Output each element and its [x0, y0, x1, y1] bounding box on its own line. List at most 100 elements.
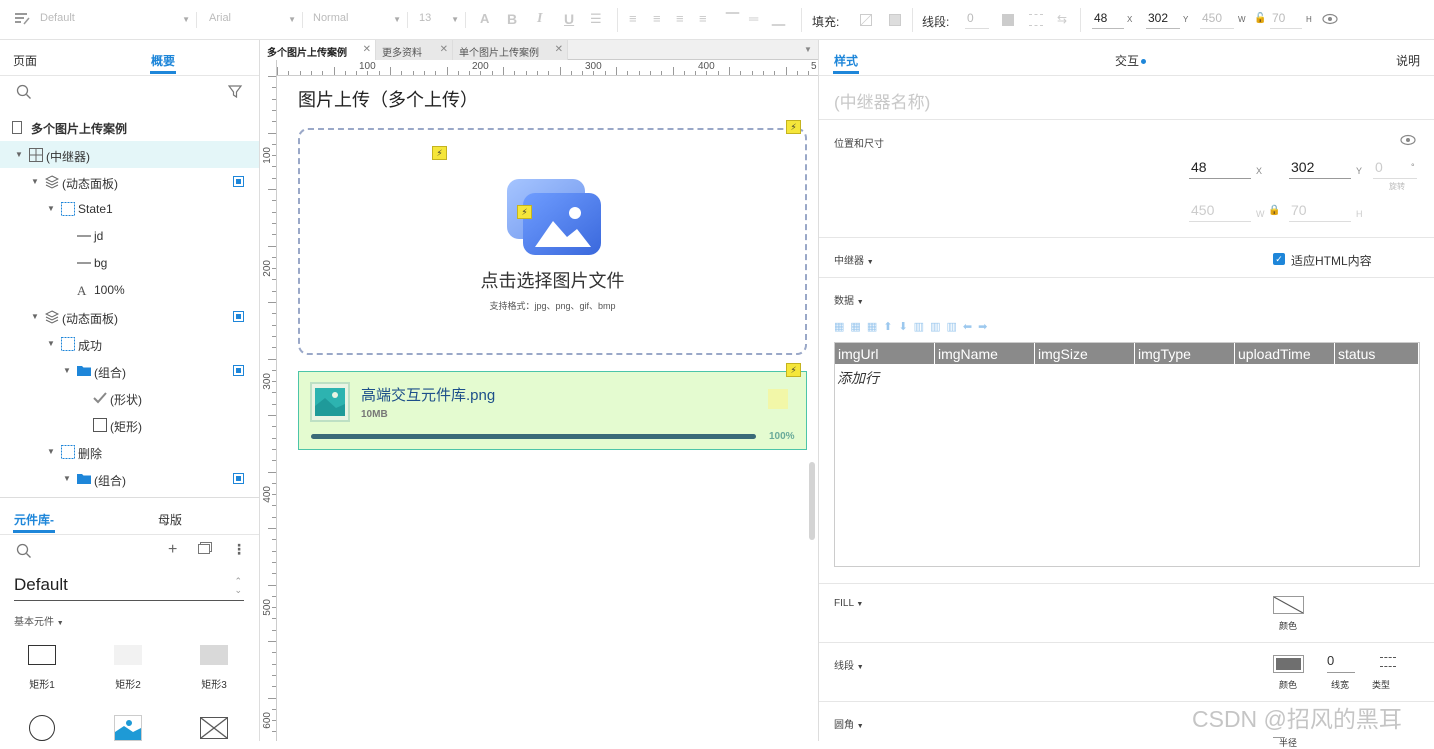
- widget-image[interactable]: [114, 715, 142, 741]
- fill-section-toggle[interactable]: FILL ▼: [834, 598, 863, 609]
- widget-placeholder[interactable]: [200, 717, 228, 739]
- fill-color-swatch[interactable]: [1273, 596, 1304, 614]
- expand-arrow-icon[interactable]: ▼: [15, 150, 23, 159]
- move-right-icon[interactable]: ➡: [978, 321, 993, 333]
- tab-multi-upload[interactable]: 多个图片上传案例 ✕: [261, 40, 376, 60]
- expand-arrow-icon[interactable]: ▼: [47, 339, 55, 348]
- bold-icon[interactable]: B: [507, 11, 517, 27]
- expand-arrow-icon[interactable]: ▼: [31, 312, 39, 321]
- move-left-icon[interactable]: ⬅: [963, 321, 978, 333]
- x-input[interactable]: 48: [1092, 11, 1124, 29]
- grid-column-header[interactable]: imgName: [935, 343, 1035, 364]
- font-weight-select[interactable]: Normal ▼: [313, 12, 408, 28]
- canvas-scrollbar[interactable]: [809, 462, 815, 540]
- align-justify-icon[interactable]: ≡: [699, 11, 707, 26]
- tree-item[interactable]: ▼ State1: [0, 195, 259, 222]
- move-down-icon[interactable]: ⬇: [898, 321, 913, 333]
- x-input[interactable]: 48: [1189, 159, 1251, 179]
- grid-column-header[interactable]: imgType: [1135, 343, 1235, 364]
- tree-item[interactable]: (矩形): [0, 411, 259, 438]
- close-icon[interactable]: ✕: [363, 44, 371, 55]
- move-up-icon[interactable]: ⬆: [883, 321, 898, 333]
- width-input[interactable]: 450: [1200, 11, 1234, 29]
- tabs-dropdown-icon[interactable]: ▼: [804, 45, 812, 54]
- font-select[interactable]: Arial ▼: [209, 12, 303, 28]
- lock-icon[interactable]: 🔓: [1254, 13, 1266, 24]
- line-style-icon[interactable]: [1029, 14, 1043, 26]
- tab-style[interactable]: 样式: [834, 52, 858, 69]
- insert-column-icon[interactable]: ▦: [850, 321, 866, 333]
- tab-library[interactable]: 元件库-: [14, 511, 54, 528]
- data-grid[interactable]: imgUrl imgName imgSize imgType uploadTime sta…: [834, 342, 1420, 567]
- repeater-file-item[interactable]: 高端交互元件库.png 10MB 100%: [298, 371, 807, 450]
- line-color-icon[interactable]: [1002, 14, 1014, 26]
- underline-icon[interactable]: U: [564, 11, 574, 27]
- line-color-swatch[interactable]: [1273, 655, 1304, 673]
- align-right-icon[interactable]: ≡: [676, 11, 684, 26]
- visibility-checkbox[interactable]: [233, 365, 244, 376]
- visibility-eye-icon[interactable]: [1322, 13, 1338, 28]
- basic-widgets-section[interactable]: 基本元件 ▼: [14, 613, 64, 628]
- y-input[interactable]: 302: [1146, 11, 1180, 29]
- add-row-cell[interactable]: 添加行: [837, 368, 879, 388]
- line-width-input[interactable]: 0: [1327, 653, 1355, 673]
- name-input[interactable]: (中继器名称): [834, 88, 1414, 113]
- grid-column-header[interactable]: status: [1335, 343, 1419, 364]
- fit-html-checkbox[interactable]: ✓: [1273, 253, 1285, 265]
- expand-arrow-icon[interactable]: ▼: [47, 204, 55, 213]
- grid-column-header[interactable]: imgUrl: [835, 343, 935, 364]
- widget-rect3[interactable]: 矩形3: [186, 643, 242, 691]
- tree-item[interactable]: jd: [0, 222, 259, 249]
- tab-masters[interactable]: 母版: [158, 511, 182, 528]
- style-painter-icon[interactable]: [14, 12, 30, 26]
- align-left-icon[interactable]: ≡: [629, 11, 637, 26]
- arrow-style-icon[interactable]: ⇆: [1057, 12, 1067, 26]
- line-section-toggle[interactable]: 线段 ▼: [834, 657, 864, 672]
- search-icon[interactable]: [16, 84, 32, 103]
- expand-arrow-icon[interactable]: ▼: [31, 177, 39, 186]
- insert-row-icon[interactable]: ▦: [834, 321, 850, 333]
- tree-item[interactable]: ▼ 删除: [0, 438, 259, 465]
- filter-icon[interactable]: [227, 84, 244, 103]
- grid-column-header[interactable]: uploadTime: [1235, 343, 1335, 364]
- repeater-section-toggle[interactable]: 中继器 ▼: [834, 252, 874, 267]
- height-input[interactable]: 70: [1289, 202, 1351, 222]
- fit-html-label[interactable]: 适应HTML内容: [1291, 252, 1372, 269]
- y-input[interactable]: 302: [1289, 159, 1351, 179]
- align-top-icon[interactable]: ⎺: [726, 11, 739, 27]
- visibility-checkbox[interactable]: [233, 473, 244, 484]
- widget-circle[interactable]: [29, 715, 55, 741]
- close-icon[interactable]: ✕: [440, 44, 448, 55]
- expand-arrow-icon[interactable]: ▼: [47, 447, 55, 456]
- close-icon[interactable]: ✕: [555, 44, 563, 55]
- bullet-list-icon[interactable]: ☰: [590, 11, 602, 27]
- tab-pages[interactable]: 页面: [13, 52, 37, 69]
- corner-section-toggle[interactable]: 圆角 ▼: [834, 716, 864, 731]
- tab-outline[interactable]: 概要: [151, 52, 175, 69]
- lock-icon[interactable]: 🔒: [1268, 205, 1280, 216]
- upload-dropzone[interactable]: ⚡ ⚡ 点击选择图片文件 支持格式：jpg、png、gif、bmp: [298, 128, 807, 355]
- tree-item[interactable]: (形状): [0, 384, 259, 411]
- more-menu-icon[interactable]: ⋮: [232, 541, 246, 558]
- height-input[interactable]: 70: [1270, 11, 1302, 29]
- italic-icon[interactable]: I: [537, 11, 542, 27]
- add-library-icon[interactable]: +: [168, 541, 177, 559]
- align-bottom-icon[interactable]: ⎽: [772, 11, 785, 27]
- tab-notes[interactable]: 说明: [1396, 52, 1420, 69]
- widget-rect1[interactable]: 矩形1: [14, 643, 70, 691]
- visibility-checkbox[interactable]: [233, 176, 244, 187]
- library-search-icon[interactable]: [16, 543, 32, 562]
- tree-item[interactable]: ▼ (动态面板): [0, 303, 259, 330]
- tree-item[interactable]: ▼ (组合): [0, 357, 259, 384]
- page-title[interactable]: 多个图片上传案例: [31, 120, 127, 137]
- tree-item[interactable]: ▼ (中继器): [0, 141, 259, 168]
- width-input[interactable]: 450: [1189, 202, 1251, 222]
- line-type-dashed-icon[interactable]: [1380, 657, 1396, 667]
- tree-item[interactable]: A 100%: [0, 276, 259, 303]
- tree-item[interactable]: ▼ 成功: [0, 330, 259, 357]
- grid-column-header[interactable]: imgSize: [1035, 343, 1135, 364]
- visibility-checkbox[interactable]: [233, 311, 244, 322]
- tab-more-info[interactable]: 更多资料 ✕: [376, 40, 453, 60]
- library-select[interactable]: Default ⌃ ⌄: [14, 575, 244, 601]
- fill-shadow-icon[interactable]: [889, 14, 901, 26]
